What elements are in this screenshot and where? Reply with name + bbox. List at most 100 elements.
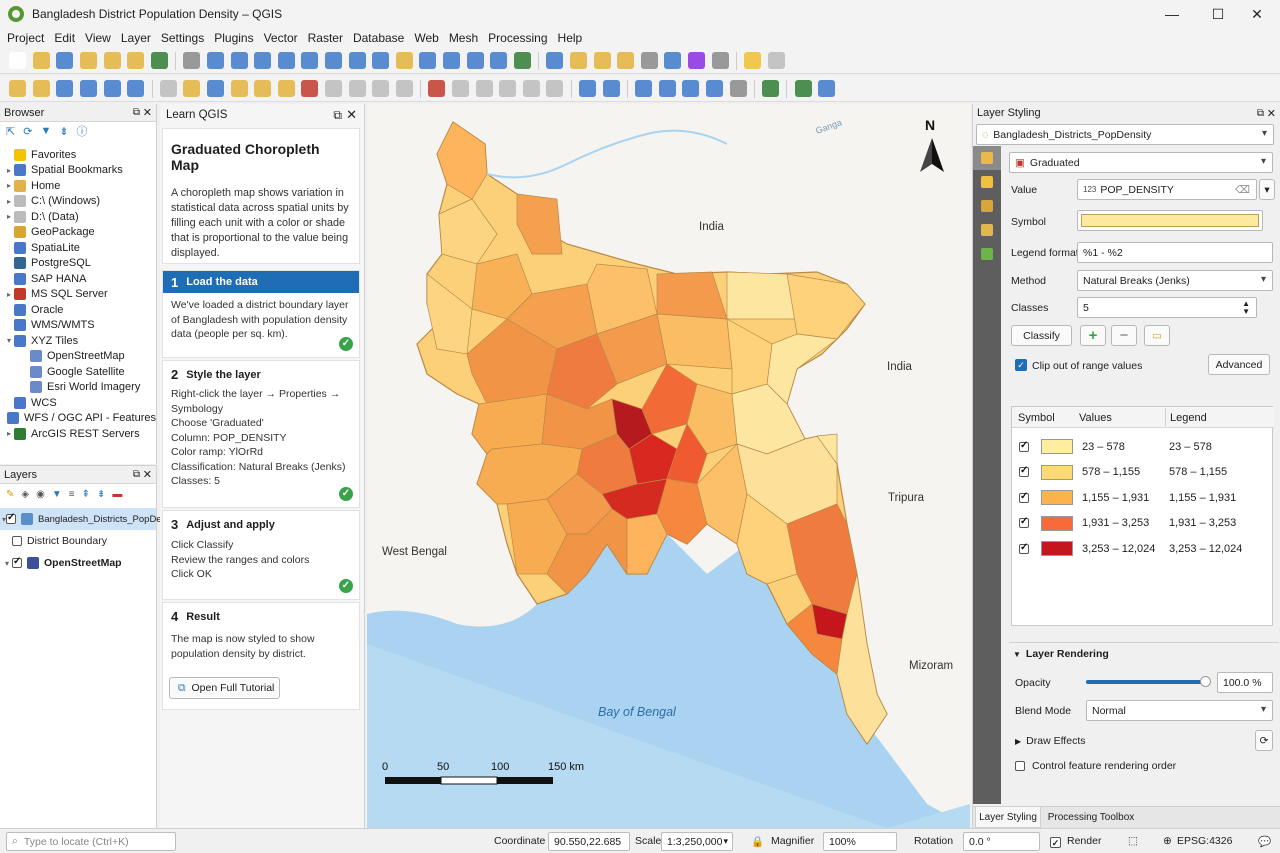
district-polygon[interactable] [726, 271, 798, 320]
chevron-down-icon[interactable]: ▾ [2, 559, 12, 568]
toolbar-button-icon[interactable] [442, 52, 460, 69]
class-row[interactable]: 578 – 1,155578 – 1,155 [1012, 460, 1274, 485]
browser-item[interactable]: Google Satellite [0, 364, 156, 380]
class-legend[interactable]: 1,155 – 1,931 [1169, 492, 1236, 504]
tutorial-step-4[interactable]: 4 Result The map is now styled to show p… [162, 602, 360, 710]
coordinate-field[interactable]: 90.550,22.685 [548, 832, 630, 851]
open-full-tutorial-button[interactable]: ⧉ Open Full Tutorial [169, 677, 280, 699]
render-checkbox[interactable]: ✓ [1050, 837, 1061, 848]
filter-icon[interactable]: ▼ [40, 125, 51, 137]
browser-item[interactable]: SAP HANA [0, 271, 156, 287]
class-row[interactable]: 3,253 – 12,0243,253 – 12,024 [1012, 536, 1274, 561]
menu-item[interactable]: Database [348, 31, 409, 45]
tutorial-step-3[interactable]: 3 Adjust and apply Click Classify Review… [162, 510, 360, 600]
log-messages-icon[interactable]: 💬 [1258, 835, 1271, 848]
class-visibility-checkbox[interactable] [1019, 542, 1029, 554]
spin-arrows-icon[interactable]: ▲ ▼ [1242, 299, 1250, 316]
menu-item[interactable]: Raster [303, 31, 348, 45]
menu-item[interactable]: Layer [116, 31, 156, 45]
class-visibility-checkbox[interactable] [1019, 516, 1029, 528]
opacity-spinbox[interactable]: 100.0 % [1217, 672, 1273, 693]
collapse-all-icon[interactable]: ⇟ [59, 125, 68, 138]
browser-item[interactable]: Oracle [0, 302, 156, 318]
info-icon[interactable]: ⓘ [77, 123, 88, 139]
class-color-swatch[interactable] [1041, 490, 1073, 505]
close-panel-icon[interactable]: ✕ [143, 106, 152, 119]
toolbar-button-icon[interactable] [767, 52, 785, 69]
layer-visibility-checkbox[interactable] [12, 536, 22, 546]
menu-item[interactable]: Project [2, 31, 49, 45]
rotation-spinbox[interactable]: 0.0 ° [963, 832, 1040, 851]
toolbar-button-icon[interactable] [711, 52, 729, 69]
toolbar-button-icon[interactable] [277, 80, 295, 97]
method-select[interactable]: Natural Breaks (Jenks) [1077, 270, 1273, 291]
chevron-right-icon[interactable]: ▸ [4, 212, 14, 221]
toolbar-button-icon[interactable] [254, 52, 272, 69]
add-group-icon[interactable]: ◈ [21, 489, 29, 500]
toolbar-button-icon[interactable] [664, 52, 682, 69]
symbol-button[interactable] [1077, 210, 1263, 231]
toolbar-button-icon[interactable] [705, 80, 723, 97]
class-visibility-checkbox[interactable] [1019, 491, 1029, 503]
close-panel-icon[interactable]: ✕ [1267, 107, 1276, 120]
toolbar-button-icon[interactable] [325, 52, 343, 69]
layer-selector[interactable]: ◌ Bangladesh_Districts_PopDensity [976, 124, 1274, 145]
float-panel-icon[interactable]: ⧉ [133, 107, 140, 118]
draw-effects-toggle[interactable]: ▶ Draw Effects [1015, 735, 1085, 747]
values-column-header[interactable]: Values [1079, 412, 1112, 424]
toolbar-button-icon[interactable] [546, 52, 564, 69]
toolbar-button-icon[interactable] [103, 80, 121, 97]
class-values[interactable]: 23 – 578 [1082, 441, 1169, 453]
toolbar-button-icon[interactable] [183, 80, 201, 97]
browser-item[interactable]: ▾ XYZ Tiles [0, 333, 156, 349]
toolbar-button-icon[interactable] [372, 80, 390, 97]
symbology-tab-icon[interactable] [973, 146, 1001, 170]
legend-column-header[interactable]: Legend [1170, 412, 1207, 424]
toolbar-button-icon[interactable] [183, 52, 201, 69]
toolbar-button-icon[interactable] [513, 52, 531, 69]
menu-item[interactable]: Web [409, 31, 443, 45]
district-polygon[interactable] [656, 313, 733, 370]
menu-item[interactable]: Plugins [209, 31, 258, 45]
labels-tab-icon[interactable] [973, 170, 1001, 194]
menu-item[interactable]: Mesh [444, 31, 483, 45]
toolbar-button-icon[interactable] [546, 80, 564, 97]
customize-effects-icon[interactable]: ⟳ [1255, 730, 1273, 751]
class-visibility-checkbox[interactable] [1019, 465, 1029, 477]
legend-format-field[interactable]: %1 - %2 [1077, 242, 1273, 263]
toolbar-button-icon[interactable] [9, 52, 27, 69]
toolbar-button-icon[interactable] [682, 80, 700, 97]
toolbar-button-icon[interactable] [762, 80, 780, 97]
browser-item[interactable]: Esri World Imagery [0, 380, 156, 396]
toolbar-button-icon[interactable] [230, 52, 248, 69]
toolbar-button-icon[interactable] [499, 80, 517, 97]
3d-view-tab-icon[interactable] [973, 218, 1001, 242]
class-values[interactable]: 1,155 – 1,931 [1082, 492, 1169, 504]
chevron-right-icon[interactable]: ▸ [4, 166, 14, 175]
map-canvas[interactable]: Ganga N India India West Bengal Tripura … [367, 104, 970, 828]
manage-visibility-icon[interactable]: ◉ [36, 489, 45, 500]
advanced-button[interactable]: Advanced [1208, 354, 1270, 375]
browser-item[interactable]: ▸ Spatial Bookmarks [0, 163, 156, 179]
toolbar-button-icon[interactable] [80, 80, 98, 97]
toolbar-button-icon[interactable] [301, 52, 319, 69]
classes-spinbox[interactable]: 5 ▲ ▼ [1077, 297, 1257, 318]
browser-item[interactable]: WFS / OGC API - Features [0, 411, 156, 427]
layer-item[interactable]: ▾Bangladesh_Districts_PopDensity [0, 508, 181, 530]
toolbar-button-icon[interactable] [451, 80, 469, 97]
toolbar-button-icon[interactable] [475, 80, 493, 97]
toolbar-button-icon[interactable] [9, 80, 27, 97]
toolbar-button-icon[interactable] [602, 80, 620, 97]
chevron-right-icon[interactable]: ▸ [4, 181, 14, 190]
class-values[interactable]: 3,253 – 12,024 [1082, 543, 1169, 555]
toolbar-button-icon[interactable] [254, 80, 272, 97]
toolbar-button-icon[interactable] [569, 52, 587, 69]
class-legend[interactable]: 1,931 – 3,253 [1169, 517, 1236, 529]
browser-item[interactable]: ▸ C:\ (Windows) [0, 194, 156, 210]
close-panel-icon[interactable]: ✕ [143, 468, 152, 481]
add-selected-icon[interactable]: ⇱ [6, 125, 15, 138]
toolbar-button-icon[interactable] [522, 80, 540, 97]
style-manager-icon[interactable]: ✎ [6, 489, 14, 500]
crs-globe-icon[interactable]: ⊕ [1163, 835, 1172, 847]
chevron-right-icon[interactable]: ▸ [4, 290, 14, 299]
